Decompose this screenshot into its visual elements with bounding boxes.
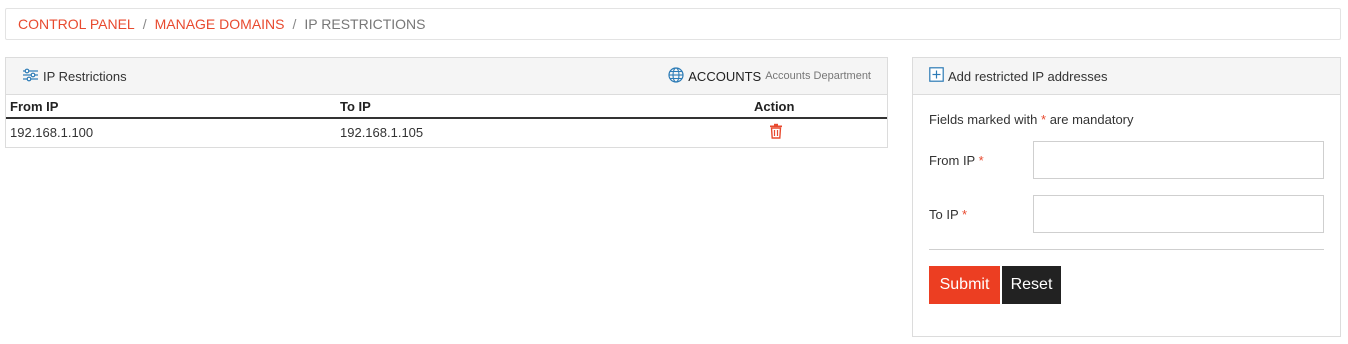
form-body: Fields marked with * are mandatory From …: [913, 112, 1340, 304]
ip-restrictions-panel: IP Restrictions ACCOUNTS Accounts Depart…: [5, 57, 888, 148]
required-star: *: [978, 152, 984, 168]
globe-icon: [668, 66, 688, 86]
cell-action: [754, 118, 887, 146]
to-ip-input[interactable]: [1033, 195, 1324, 233]
panel-header: IP Restrictions ACCOUNTS Accounts Depart…: [6, 58, 887, 95]
cell-to-ip: 192.168.1.105: [340, 125, 424, 140]
to-ip-label: To IP *: [929, 207, 1033, 222]
account-info: ACCOUNTS Accounts Department: [668, 66, 871, 86]
table-header-row: From IP To IP Action: [6, 95, 887, 119]
reset-button[interactable]: Reset: [1002, 266, 1061, 304]
panel-title-text: Add restricted IP addresses: [948, 68, 1108, 84]
account-department: Accounts Department: [765, 70, 871, 82]
to-ip-label-text: To IP: [929, 206, 959, 222]
panel-title: IP Restrictions: [22, 68, 127, 85]
divider: [929, 249, 1324, 250]
panel-title-text: IP Restrictions: [43, 68, 127, 84]
cell-from-ip: 192.168.1.100: [10, 125, 94, 140]
breadcrumb-separator: /: [142, 16, 147, 32]
mandatory-note-prefix: Fields marked with: [929, 112, 1038, 127]
add-restricted-ip-panel: Add restricted IP addresses Fields marke…: [912, 57, 1341, 337]
from-ip-label: From IP *: [929, 153, 1033, 168]
plus-square-icon: [929, 67, 948, 85]
breadcrumb: CONTROL PANEL / MANAGE DOMAINS / IP REST…: [5, 8, 1341, 40]
submit-button[interactable]: Submit: [929, 266, 1000, 304]
breadcrumb-manage-domains[interactable]: MANAGE DOMAINS: [155, 16, 285, 32]
from-ip-input[interactable]: [1033, 141, 1324, 179]
from-ip-label-text: From IP: [929, 152, 975, 168]
panel-header: Add restricted IP addresses: [913, 58, 1340, 95]
filter-sliders-icon: [22, 68, 43, 85]
table-row: 192.168.1.100 192.168.1.105: [6, 118, 887, 146]
breadcrumb-separator: /: [292, 16, 297, 32]
from-ip-row: From IP *: [929, 141, 1324, 179]
breadcrumb-control-panel[interactable]: CONTROL PANEL: [18, 16, 135, 32]
required-star: *: [962, 206, 968, 222]
mandatory-note-suffix: are mandatory: [1049, 112, 1134, 127]
form-buttons: Submit Reset: [929, 266, 1324, 304]
account-name: ACCOUNTS: [688, 68, 762, 84]
breadcrumb-current: IP RESTRICTIONS: [304, 16, 426, 32]
panel-title: Add restricted IP addresses: [929, 67, 1107, 85]
mandatory-note: Fields marked with * are mandatory: [929, 112, 1324, 127]
column-header-to-ip: To IP: [336, 95, 754, 119]
ip-restrictions-table: From IP To IP Action 192.168.1.100 192.1…: [6, 95, 887, 146]
to-ip-row: To IP *: [929, 195, 1324, 233]
required-star: *: [1041, 112, 1047, 127]
column-header-from-ip: From IP: [6, 95, 336, 119]
column-header-action: Action: [754, 95, 887, 119]
trash-icon[interactable]: [769, 123, 783, 142]
